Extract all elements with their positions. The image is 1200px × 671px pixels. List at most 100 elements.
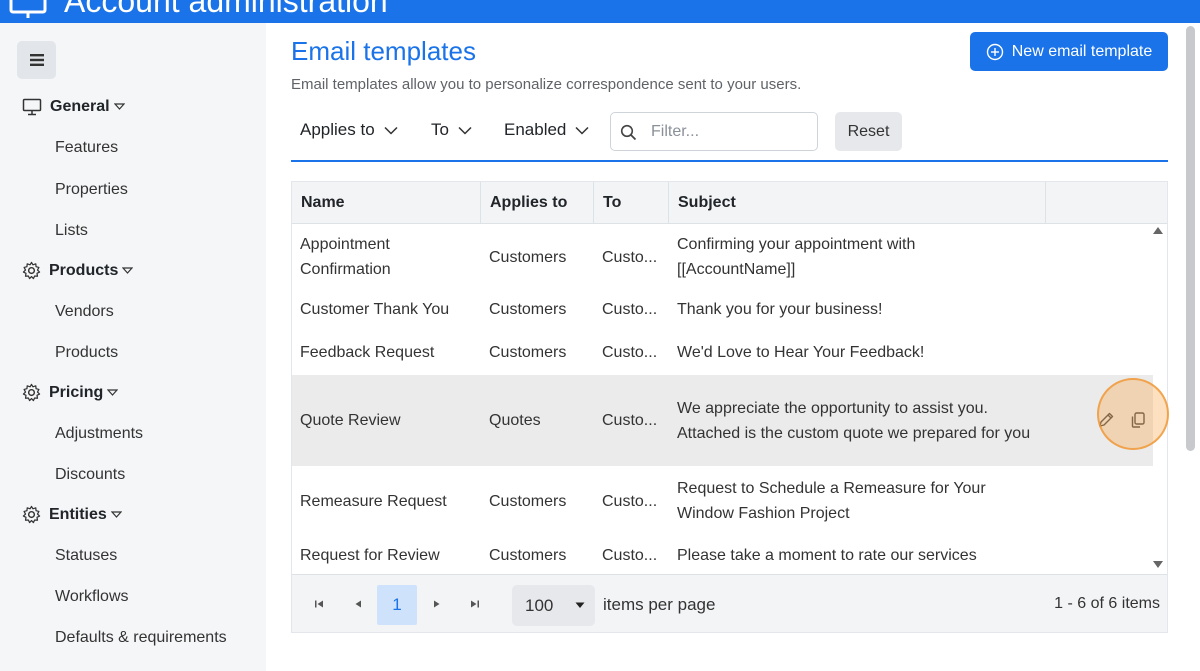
cell-name: Quote Review bbox=[300, 412, 401, 429]
cell-applies-to: Customers bbox=[489, 492, 567, 510]
previous-page-button[interactable] bbox=[343, 588, 373, 620]
caret-down-icon bbox=[107, 388, 119, 396]
table-row[interactable]: Quote Review Quotes Custo... We apprecia… bbox=[292, 375, 1153, 466]
cell-applies-to: Customers bbox=[489, 546, 567, 564]
scroll-down-arrow-icon[interactable] bbox=[1152, 560, 1164, 569]
cell-to: Custo... bbox=[602, 412, 658, 429]
cell-subject: We appreciate the opportunity to assist … bbox=[677, 399, 1031, 442]
monitor-icon bbox=[22, 98, 42, 116]
row-actions bbox=[1097, 411, 1147, 429]
pager: 1 100 items per page 1 - 6 of 6 items bbox=[292, 574, 1167, 632]
hamburger-icon bbox=[29, 54, 44, 66]
gear-icon bbox=[22, 383, 41, 402]
next-page-icon bbox=[434, 600, 440, 608]
sidebar-item-properties[interactable]: Properties bbox=[55, 181, 128, 199]
table-row[interactable]: Request for Review Customers Custo... Pl… bbox=[292, 537, 1153, 573]
cell-applies-to: Customers bbox=[489, 343, 567, 361]
page-size-value: 100 bbox=[525, 596, 554, 615]
new-email-template-label: New email template bbox=[1011, 42, 1153, 60]
cell-to: Custo... bbox=[602, 248, 658, 266]
applies-to-filter-label: Applies to bbox=[300, 120, 375, 139]
table-row[interactable]: Appointment Confirmation Customers Custo… bbox=[292, 226, 1153, 288]
table-row[interactable]: Customer Thank You Customers Custo... Th… bbox=[292, 288, 1153, 330]
next-page-button[interactable] bbox=[422, 588, 452, 620]
cell-subject: Request to Schedule a Remeasure for Your… bbox=[677, 480, 986, 522]
page-title: Email templates bbox=[291, 36, 476, 66]
sidebar-item-discounts[interactable]: Discounts bbox=[55, 466, 125, 484]
page-subtitle: Email templates allow you to personalize… bbox=[291, 76, 802, 93]
cell-subject: Please take a moment to rate our service… bbox=[677, 546, 977, 564]
page-size-label: items per page bbox=[603, 595, 716, 614]
cell-subject: Thank you for your business! bbox=[677, 300, 883, 318]
table-row[interactable]: Feedback Request Customers Custo... We'd… bbox=[292, 330, 1153, 374]
cell-subject: Confirming your appointment with [[Accou… bbox=[677, 236, 916, 278]
enabled-filter[interactable]: Enabled bbox=[504, 120, 589, 140]
sidebar-group-entities[interactable]: Entities bbox=[22, 505, 130, 524]
cell-name: Customer Thank You bbox=[300, 300, 450, 318]
sidebar-item-defaults-requirements[interactable]: Defaults & requirements bbox=[55, 629, 227, 647]
pager-info: 1 - 6 of 6 items bbox=[1054, 595, 1160, 612]
chevron-down-icon bbox=[458, 126, 472, 135]
gear-icon bbox=[22, 505, 41, 524]
sidebar-group-pricing[interactable]: Pricing bbox=[22, 383, 126, 402]
cell-to: Custo... bbox=[602, 343, 658, 361]
sidebar-group-products[interactable]: Products bbox=[22, 261, 141, 280]
copy-icon[interactable] bbox=[1129, 411, 1147, 429]
top-bar: Account administration bbox=[0, 0, 1200, 23]
table-row[interactable]: Remeasure Request Customers Custo... Req… bbox=[292, 470, 1153, 532]
page-1-button[interactable]: 1 bbox=[377, 585, 417, 625]
email-templates-grid: Name Applies to To Subject Appointment C… bbox=[291, 181, 1168, 633]
app-title: Account administration bbox=[64, 0, 388, 19]
monitor-icon bbox=[8, 0, 48, 23]
new-email-template-button[interactable]: New email template bbox=[970, 32, 1168, 71]
sidebar-item-adjustments[interactable]: Adjustments bbox=[55, 425, 143, 443]
sidebar-item-features[interactable]: Features bbox=[55, 139, 118, 157]
sidebar: General Features Properties Lists Produc… bbox=[0, 23, 266, 671]
chevron-down-icon bbox=[384, 126, 398, 135]
edit-pencil-icon[interactable] bbox=[1097, 411, 1115, 429]
sidebar-item-statuses[interactable]: Statuses bbox=[55, 547, 117, 565]
to-filter-label: To bbox=[431, 120, 449, 139]
cell-to: Custo... bbox=[602, 492, 658, 510]
previous-page-icon bbox=[355, 600, 361, 608]
cell-applies-to: Quotes bbox=[489, 412, 541, 429]
enabled-filter-label: Enabled bbox=[504, 120, 567, 139]
caret-down-icon bbox=[110, 510, 122, 518]
last-page-icon bbox=[471, 600, 479, 608]
column-header-name[interactable]: Name bbox=[292, 182, 481, 224]
window-scrollbar[interactable] bbox=[1186, 26, 1195, 451]
cell-subject: We'd Love to Hear Your Feedback! bbox=[677, 343, 925, 361]
column-header-to[interactable]: To bbox=[594, 182, 669, 224]
cell-to: Custo... bbox=[602, 300, 658, 318]
sidebar-group-general[interactable]: General bbox=[22, 98, 133, 116]
toolbar-divider bbox=[291, 160, 1168, 162]
sidebar-group-label: Products bbox=[49, 261, 119, 279]
plus-circle-icon bbox=[986, 43, 1003, 60]
filter-input[interactable] bbox=[651, 121, 811, 143]
cell-name: Remeasure Request bbox=[300, 492, 447, 510]
first-page-button[interactable] bbox=[304, 588, 334, 620]
to-filter[interactable]: To bbox=[431, 120, 472, 140]
column-header-applies-to[interactable]: Applies to bbox=[481, 182, 594, 224]
hamburger-menu-button[interactable] bbox=[17, 41, 56, 79]
reset-button[interactable]: Reset bbox=[835, 112, 902, 151]
sidebar-group-label: General bbox=[50, 98, 110, 115]
page-size-select[interactable]: 100 bbox=[512, 585, 595, 626]
first-page-icon bbox=[315, 600, 323, 608]
filter-search-box[interactable] bbox=[610, 112, 818, 151]
cell-name: Feedback Request bbox=[300, 343, 435, 361]
cell-name: Request for Review bbox=[300, 546, 440, 564]
cell-applies-to: Customers bbox=[489, 300, 567, 318]
grid-header: Name Applies to To Subject bbox=[292, 182, 1167, 224]
caret-down-icon bbox=[575, 602, 585, 608]
sidebar-item-vendors[interactable]: Vendors bbox=[55, 303, 114, 321]
gear-icon bbox=[22, 261, 41, 280]
caret-down-icon bbox=[113, 103, 125, 110]
sidebar-item-products[interactable]: Products bbox=[55, 344, 118, 362]
column-header-subject[interactable]: Subject bbox=[669, 182, 1046, 224]
last-page-button[interactable] bbox=[460, 588, 490, 620]
sidebar-item-workflows[interactable]: Workflows bbox=[55, 588, 129, 606]
scroll-up-arrow-icon[interactable] bbox=[1152, 226, 1164, 235]
sidebar-item-lists[interactable]: Lists bbox=[55, 222, 88, 240]
applies-to-filter[interactable]: Applies to bbox=[300, 120, 398, 140]
